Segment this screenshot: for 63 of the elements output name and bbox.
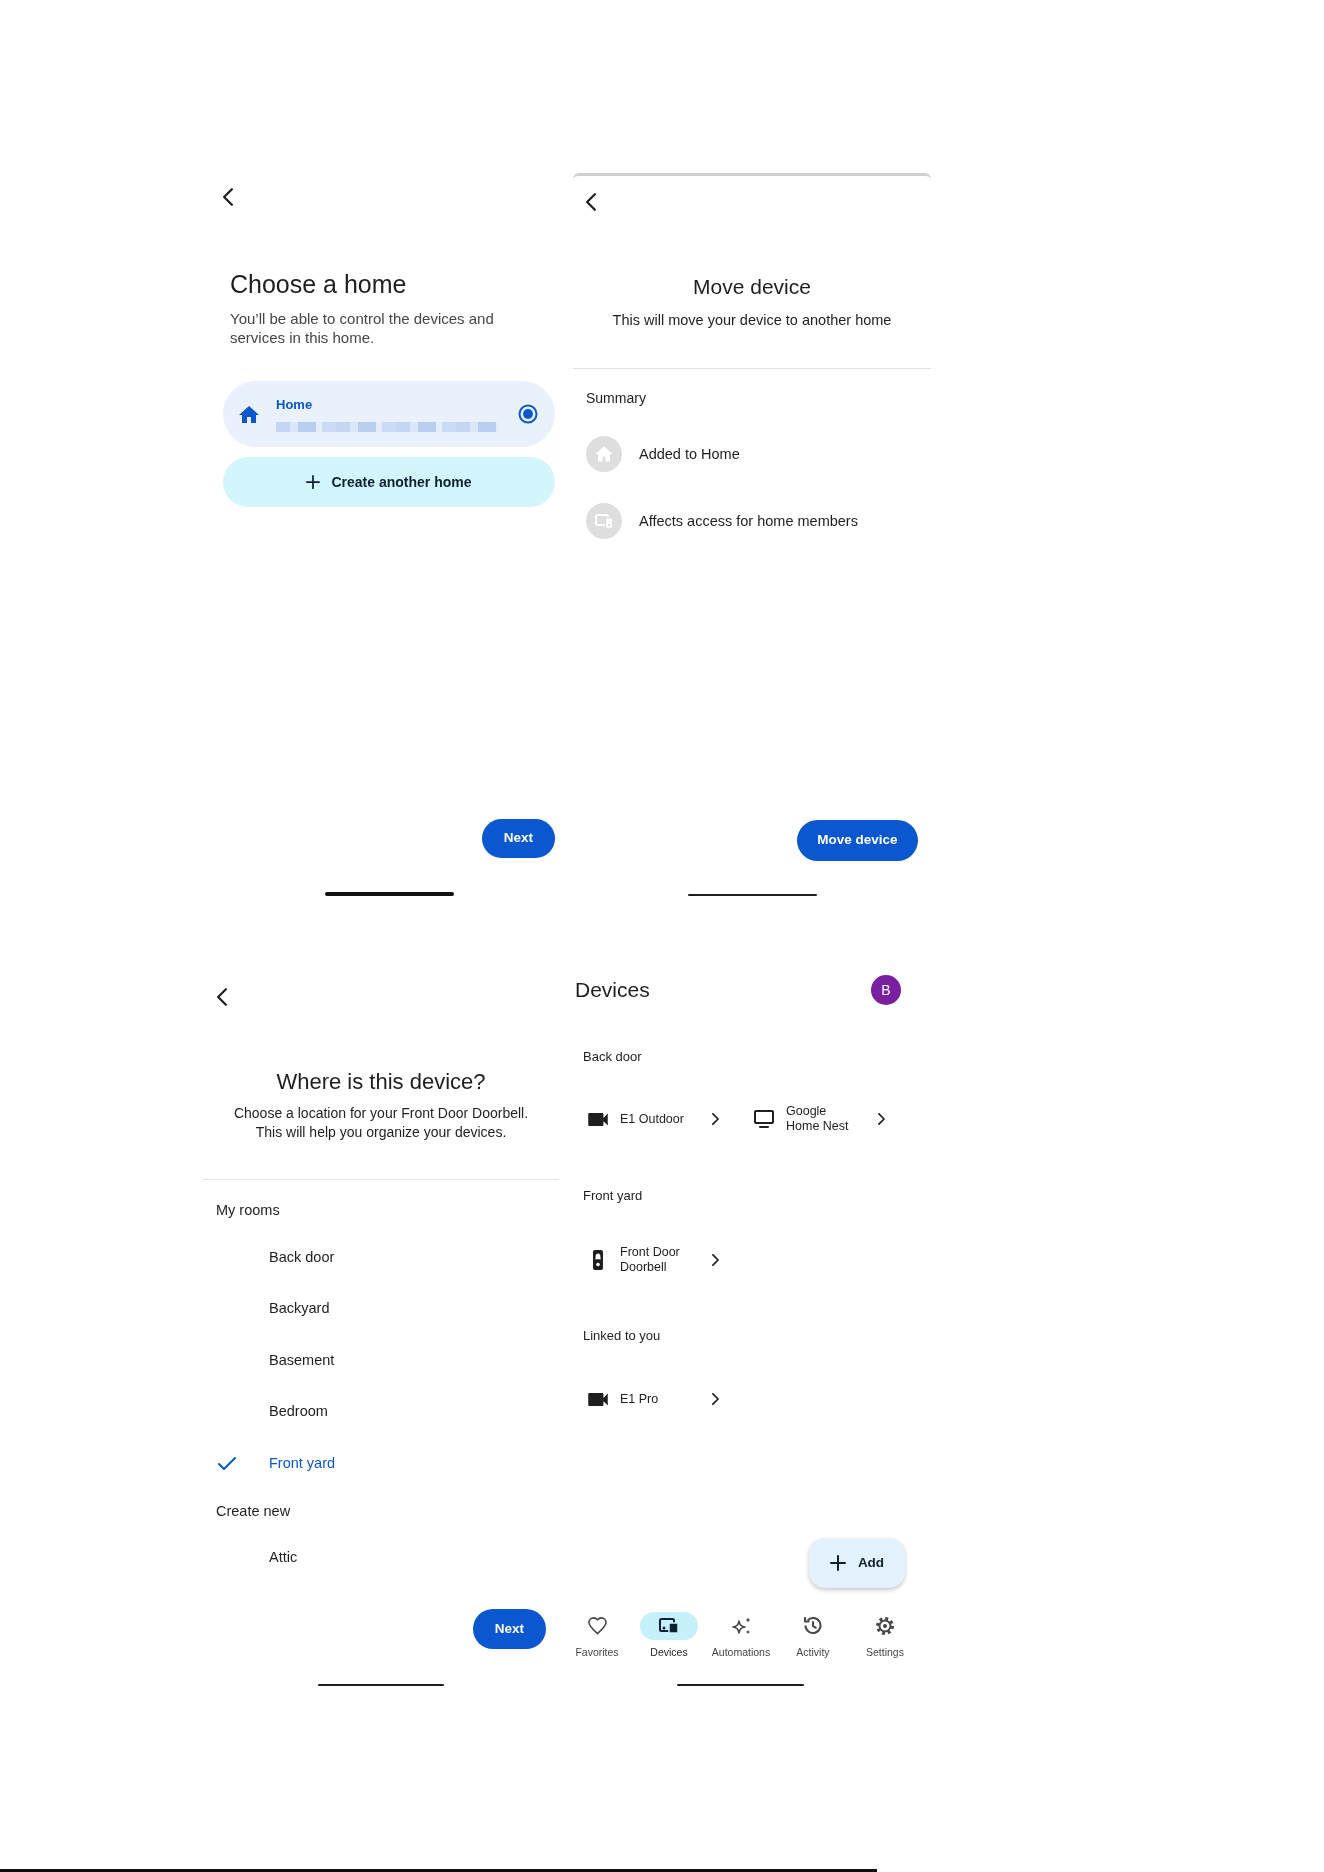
- screen-description: You’ll be able to control the devices and services in this home.: [230, 309, 495, 347]
- room-option[interactable]: Backyard: [203, 1283, 342, 1335]
- next-button[interactable]: Next: [482, 819, 555, 858]
- back-icon: [217, 988, 227, 1006]
- house-icon: [239, 405, 259, 423]
- home-option[interactable]: Home: [223, 381, 555, 447]
- history-icon: [804, 1617, 822, 1635]
- next-button[interactable]: Next: [473, 1609, 546, 1649]
- back-button[interactable]: [223, 188, 233, 206]
- heart-icon: [587, 1617, 607, 1635]
- section-heading: My rooms: [216, 1201, 281, 1220]
- plus-icon: [829, 1555, 846, 1571]
- room-option[interactable]: Front yard: [203, 1438, 348, 1490]
- back-icon: [586, 193, 596, 211]
- device-tile[interactable]: E1 Outdoor: [588, 1097, 719, 1141]
- devices-icon: [659, 1618, 679, 1634]
- chevron-right-icon: [712, 1113, 719, 1125]
- nav-tab[interactable]: Settings: [849, 1612, 921, 1659]
- screen-title: Where is this device?: [275, 1068, 487, 1096]
- back-icon: [223, 188, 233, 206]
- nav-tab[interactable]: Favorites: [561, 1612, 633, 1659]
- room-option[interactable]: Attic: [203, 1532, 310, 1584]
- video-camera-icon: [588, 1112, 608, 1126]
- create-home-button[interactable]: Create another home: [223, 457, 555, 507]
- nav-tab[interactable]: Activity: [777, 1612, 849, 1659]
- section-heading: Create new: [216, 1501, 292, 1521]
- screen-title: Choose a home: [230, 269, 408, 299]
- devices-icon: [586, 503, 622, 539]
- sparkle-icon: [731, 1617, 751, 1635]
- house-icon: [586, 436, 622, 472]
- screen-title: Devices: [575, 977, 650, 1003]
- section-heading: Front yard: [583, 1187, 644, 1205]
- device-tile[interactable]: Front Door Doorbell: [588, 1238, 719, 1282]
- video-camera-icon: [588, 1392, 608, 1406]
- room-option[interactable]: Basement: [203, 1335, 347, 1387]
- screen-description: This will move your device to another home: [611, 311, 893, 329]
- back-button[interactable]: [217, 988, 227, 1006]
- room-option[interactable]: Bedroom: [203, 1386, 340, 1438]
- chevron-right-icon: [878, 1113, 885, 1125]
- section-heading: Summary: [586, 389, 647, 407]
- screen-description: Choose a location for your Front Door Doorbell. This will help you organize your devices.: [232, 1104, 530, 1142]
- screen-title: Move device: [692, 274, 812, 300]
- section-heading: Back door: [583, 1048, 643, 1066]
- doorbell-icon: [593, 1250, 603, 1270]
- room-option[interactable]: Back door: [203, 1232, 347, 1284]
- settings-icon: [876, 1617, 894, 1635]
- chevron-right-icon: [712, 1393, 719, 1405]
- move-device-button[interactable]: Move device: [797, 820, 918, 861]
- nav-tab[interactable]: Automations: [705, 1612, 777, 1659]
- monitor-icon: [754, 1110, 774, 1128]
- device-tile[interactable]: Google Home Nest: [754, 1097, 885, 1141]
- chevron-right-icon: [712, 1254, 719, 1266]
- account-avatar[interactable]: B: [871, 975, 901, 1005]
- section-heading: Linked to you: [583, 1327, 662, 1345]
- radio-button-icon[interactable]: [518, 404, 538, 424]
- plus-icon: [306, 475, 321, 489]
- device-tile[interactable]: E1 Pro: [588, 1377, 719, 1421]
- nav-tab[interactable]: Devices: [633, 1612, 705, 1659]
- summary-text: Affects access for home members: [639, 512, 858, 530]
- add-button[interactable]: Add: [809, 1538, 905, 1588]
- check-icon: [218, 1457, 236, 1471]
- back-button[interactable]: [586, 193, 596, 211]
- summary-text: Added to Home: [639, 445, 740, 463]
